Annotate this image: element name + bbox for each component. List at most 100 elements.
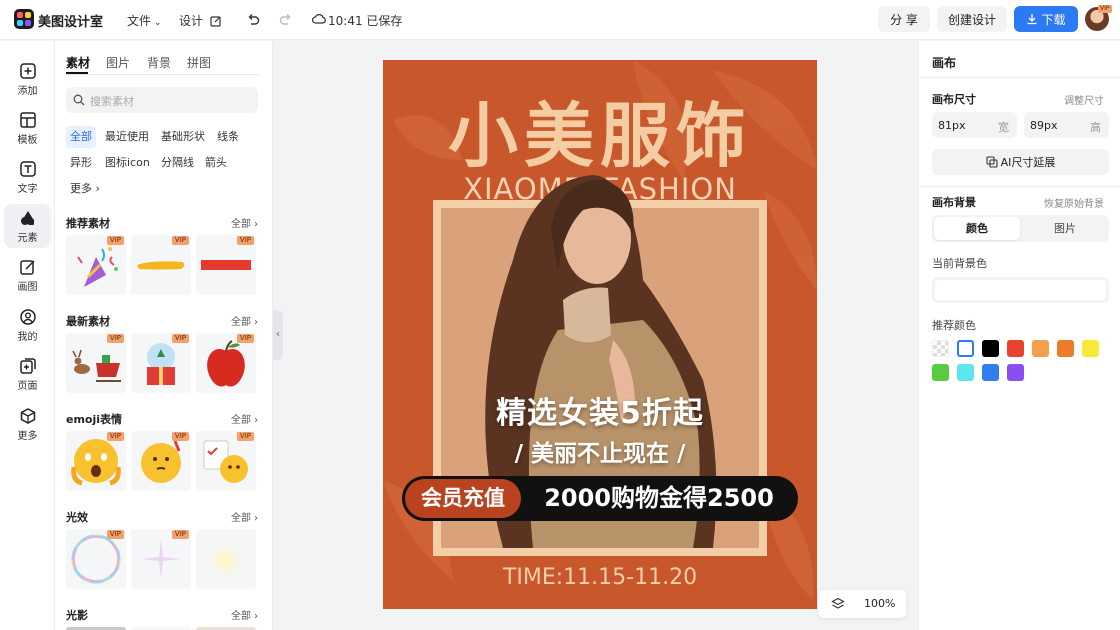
asset-thumb-emoji-checklist[interactable]: VIP	[196, 431, 256, 491]
zoom-control[interactable]: 100%	[818, 590, 906, 618]
see-all-link[interactable]: 全部 ›	[231, 215, 258, 230]
model-photo	[485, 175, 717, 548]
chip-more-label: 更多	[70, 182, 92, 195]
segment-image[interactable]: 图片	[1022, 217, 1108, 240]
asset-thumb-snow-globe-gift[interactable]: VIP	[131, 333, 191, 393]
chip-more[interactable]: 更多 ›	[66, 178, 104, 200]
chip-lines[interactable]: 线条	[213, 126, 243, 148]
user-icon	[19, 309, 36, 325]
tab-images[interactable]: 图片	[106, 54, 130, 71]
see-all-label: 全部	[231, 219, 251, 230]
see-all-link[interactable]: 全部 ›	[231, 313, 258, 328]
color-swatch[interactable]	[1007, 340, 1024, 357]
design-menu[interactable]: 设计	[179, 12, 222, 29]
file-menu[interactable]: 文件 ⌄	[127, 12, 162, 29]
asset-thumb-brush-stroke[interactable]: VIP	[131, 235, 191, 295]
restore-bg-link[interactable]: 恢复原始背景	[1044, 195, 1104, 210]
sidebar-item-add[interactable]: 添加	[4, 57, 51, 101]
ai-extend-button[interactable]: AI尺寸延展	[932, 149, 1109, 175]
chevron-right-icon: ›	[92, 182, 100, 195]
section-title: 光效	[66, 511, 88, 524]
redo-icon[interactable]	[278, 12, 294, 28]
vip-badge: VIP	[236, 432, 254, 441]
chip-all[interactable]: 全部	[66, 126, 96, 148]
sidebar-item-label: 元素	[17, 233, 38, 244]
sidebar-item-text[interactable]: 文字	[4, 155, 51, 199]
layers-icon[interactable]	[831, 597, 845, 611]
avatar-vip-badge: VIP	[1098, 5, 1112, 13]
chip-basic-shapes[interactable]: 基础形状	[157, 126, 209, 148]
vip-badge: VIP	[106, 432, 124, 441]
see-all-label: 全部	[231, 415, 251, 426]
chip-icons[interactable]: 图标icon	[101, 152, 154, 174]
left-sidebar: 添加 模板 文字 元素 画图 我的 页面 更多	[0, 41, 55, 630]
create-design-button[interactable]: 创建设计	[937, 6, 1007, 32]
collapse-panel-handle[interactable]: ‹	[273, 310, 283, 360]
sidebar-item-mine[interactable]: 我的	[4, 303, 51, 347]
asset-thumb-reindeer-sleigh[interactable]: VIP	[66, 333, 126, 393]
asset-thumb-apple[interactable]: VIP	[196, 333, 256, 393]
vip-badge: VIP	[236, 236, 254, 245]
sidebar-item-more[interactable]: 更多	[4, 402, 51, 446]
glow-light-icon	[208, 543, 244, 579]
search-input[interactable]: 搜索素材	[66, 87, 258, 113]
color-swatch[interactable]	[957, 340, 974, 357]
asset-thumb-bubble[interactable]: VIP	[66, 529, 126, 589]
section-title: emoji表情	[66, 413, 123, 426]
sidebar-item-label: 画图	[17, 282, 38, 293]
height-value: 89px	[1030, 119, 1058, 132]
color-swatch[interactable]	[982, 340, 999, 357]
canvas-bg-label: 画布背景	[932, 196, 976, 209]
tab-collage[interactable]: 拼图	[187, 54, 211, 71]
color-swatch[interactable]	[1032, 340, 1049, 357]
download-button[interactable]: 下载	[1014, 6, 1078, 32]
sidebar-item-template[interactable]: 模板	[4, 106, 51, 150]
asset-thumb-party-popper[interactable]: VIP	[66, 235, 126, 295]
segment-color[interactable]: 颜色	[934, 217, 1020, 240]
asset-thumb-emoji-thinking[interactable]: VIP	[131, 431, 191, 491]
chip-arrows[interactable]: 箭头	[201, 152, 231, 174]
app-logo-icon	[14, 9, 34, 29]
sidebar-item-elements[interactable]: 元素	[4, 204, 51, 248]
vip-badge: VIP	[106, 236, 124, 245]
see-all-link[interactable]: 全部 ›	[231, 509, 258, 524]
save-status: 10:41 已保存	[328, 14, 403, 28]
color-swatch[interactable]	[932, 340, 949, 357]
sidebar-item-draw[interactable]: 画图	[4, 253, 51, 297]
height-field[interactable]: 89px 高	[1024, 112, 1109, 138]
sidebar-item-label: 添加	[17, 86, 38, 97]
sidebar-item-pages[interactable]: 页面	[4, 352, 51, 396]
see-all-link[interactable]: 全部 ›	[231, 411, 258, 426]
vip-badge: VIP	[236, 334, 254, 343]
undo-icon[interactable]	[245, 12, 261, 28]
color-swatch[interactable]	[957, 364, 974, 381]
height-unit-label: 高	[1090, 121, 1101, 134]
see-all-label: 全部	[231, 317, 251, 328]
asset-thumb-glow[interactable]	[196, 529, 256, 589]
asset-thumb-emoji-scared[interactable]: VIP	[66, 431, 126, 491]
chip-dividers[interactable]: 分隔线	[157, 152, 198, 174]
color-swatch[interactable]	[1007, 364, 1024, 381]
current-bg-swatch[interactable]	[932, 277, 1109, 303]
asset-thumb-red-bar[interactable]: VIP	[196, 235, 256, 295]
poster-tagline: / 美丽不止现在 /	[514, 441, 686, 467]
chevron-right-icon: ›	[251, 219, 259, 230]
cube-icon	[20, 408, 35, 424]
vip-badge: VIP	[106, 530, 124, 539]
see-all-link[interactable]: 全部 ›	[231, 607, 258, 622]
share-button[interactable]: 分 享	[878, 6, 930, 32]
color-swatch[interactable]	[932, 364, 949, 381]
width-field[interactable]: 81px 宽	[932, 112, 1017, 138]
asset-thumb-sparkle[interactable]: VIP	[131, 529, 191, 589]
color-swatch[interactable]	[1057, 340, 1074, 357]
chevron-right-icon: ›	[251, 611, 259, 622]
chip-recent[interactable]: 最近使用	[101, 126, 153, 148]
resize-link[interactable]: 调整尺寸	[1064, 92, 1104, 107]
sidebar-item-label: 文字	[17, 184, 38, 195]
design-canvas[interactable]: 小美服饰 XIAOMEI FASHION 精选女装5折起 / 美丽不止现在 / …	[383, 60, 817, 609]
tab-materials[interactable]: 素材	[66, 54, 90, 71]
tab-backgrounds[interactable]: 背景	[147, 54, 171, 71]
chip-irregular[interactable]: 异形	[66, 152, 96, 174]
color-swatch[interactable]	[982, 364, 999, 381]
color-swatch[interactable]	[1082, 340, 1099, 357]
